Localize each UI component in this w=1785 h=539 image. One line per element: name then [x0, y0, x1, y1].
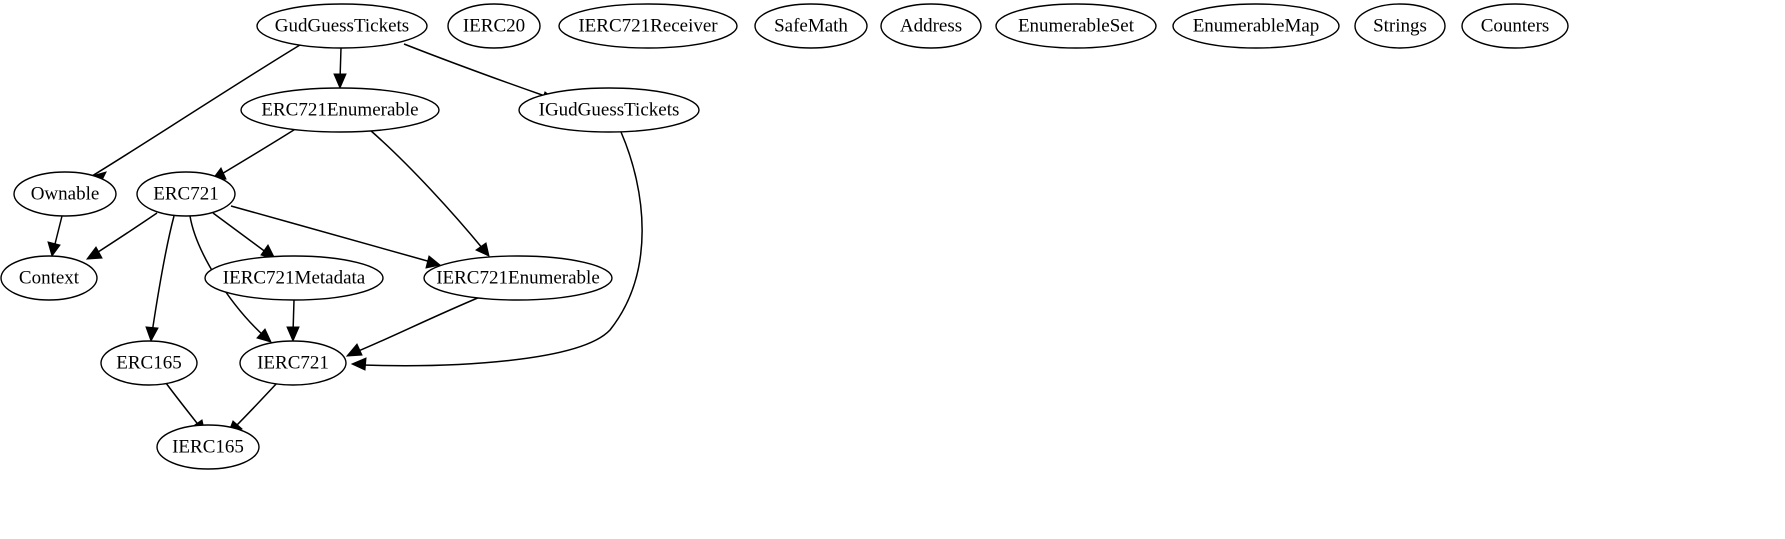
node-EnumerableMap[interactable]: EnumerableMap: [1172, 3, 1340, 49]
node-IERC721Enumerable[interactable]: IERC721Enumerable: [423, 255, 613, 301]
node-ERC721[interactable]: ERC721: [136, 171, 236, 217]
arrowhead-icon: [286, 326, 300, 343]
node-SafeMath[interactable]: SafeMath: [754, 3, 868, 49]
arrowhead-icon: [145, 326, 159, 343]
node-label: Ownable: [31, 183, 100, 204]
node-label: Context: [19, 267, 80, 288]
edge-IERC721Enumerable-to-IERC721: [345, 296, 481, 357]
arrowhead-icon: [333, 73, 347, 90]
edge-ERC721-to-Context: [85, 212, 158, 260]
edge-line: [403, 43, 546, 97]
node-label: Strings: [1373, 15, 1427, 36]
node-label: EnumerableMap: [1193, 15, 1320, 36]
node-IERC721Metadata[interactable]: IERC721Metadata: [204, 255, 384, 301]
edge-ERC721Enumerable-to-IERC721Enumerable: [369, 129, 490, 257]
diagram-canvas: GudGuessTickets IERC20 IERC721Receiver Safe…: [0, 0, 1785, 539]
node-Strings[interactable]: Strings: [1354, 3, 1446, 49]
node-label: ERC721Enumerable: [261, 99, 418, 120]
edge-ERC721-to-ERC165: [145, 215, 175, 343]
node-label: ERC721: [153, 183, 218, 204]
node-label: IERC721Enumerable: [436, 267, 600, 288]
edge-GudGuessTickets-to-IGudGuessTickets: [403, 43, 556, 105]
node-label: Address: [900, 15, 962, 36]
node-IERC721Receiver[interactable]: IERC721Receiver: [558, 3, 738, 49]
edge-line: [165, 382, 201, 428]
node-Ownable[interactable]: Ownable: [13, 171, 117, 217]
node-label: SafeMath: [774, 15, 848, 36]
arrowhead-icon: [345, 343, 363, 357]
edge-line: [212, 212, 268, 254]
arrowhead-icon: [475, 242, 490, 257]
node-ERC721Enumerable[interactable]: ERC721Enumerable: [240, 87, 440, 133]
arrowhead-icon: [47, 241, 61, 258]
node-label: Counters: [1481, 15, 1550, 36]
node-label: IERC20: [463, 15, 525, 36]
edge-line: [230, 205, 432, 263]
edge-line: [233, 382, 278, 429]
node-label: IERC165: [172, 436, 244, 457]
node-IERC721[interactable]: IERC721: [239, 340, 347, 386]
node-label: ERC165: [116, 352, 181, 373]
edge-line: [94, 212, 158, 255]
edge-ERC721-to-IERC721Metadata: [212, 212, 276, 260]
node-Address[interactable]: Address: [880, 3, 982, 49]
edge-Ownable-to-Context: [47, 215, 63, 258]
inheritance-graph: GudGuessTickets IERC20 IERC721Receiver Safe…: [0, 3, 1569, 470]
nodes-layer: GudGuessTickets IERC20 IERC721Receiver Safe…: [0, 3, 1569, 470]
node-ERC165[interactable]: ERC165: [100, 340, 198, 386]
node-label: GudGuessTickets: [275, 15, 409, 36]
edge-line: [53, 215, 63, 249]
node-label: IERC721Receiver: [578, 15, 718, 36]
edge-ERC721Enumerable-to-ERC721: [210, 127, 298, 181]
node-label: IGudGuessTickets: [539, 99, 680, 120]
node-label: IERC721Metadata: [223, 267, 366, 288]
node-GudGuessTickets[interactable]: GudGuessTickets: [256, 3, 428, 49]
node-IGudGuessTickets[interactable]: IGudGuessTickets: [518, 87, 700, 133]
edge-line: [151, 215, 175, 334]
node-EnumerableSet[interactable]: EnumerableSet: [995, 3, 1157, 49]
edge-IERC721-to-IERC165: [227, 382, 278, 435]
node-label: EnumerableSet: [1018, 15, 1135, 36]
edge-line: [219, 127, 298, 176]
node-Counters[interactable]: Counters: [1461, 3, 1569, 49]
edge-line: [369, 129, 484, 250]
node-label: IERC721: [257, 352, 329, 373]
arrowhead-icon: [350, 357, 367, 371]
node-IERC20[interactable]: IERC20: [447, 3, 541, 49]
node-IERC165[interactable]: IERC165: [156, 424, 260, 470]
arrowhead-icon: [85, 246, 103, 260]
edge-GudGuessTickets-to-ERC721Enumerable: [333, 47, 347, 90]
edge-IERC721Metadata-to-IERC721: [286, 299, 300, 343]
edge-line: [355, 296, 481, 353]
node-Context[interactable]: Context: [0, 255, 98, 301]
